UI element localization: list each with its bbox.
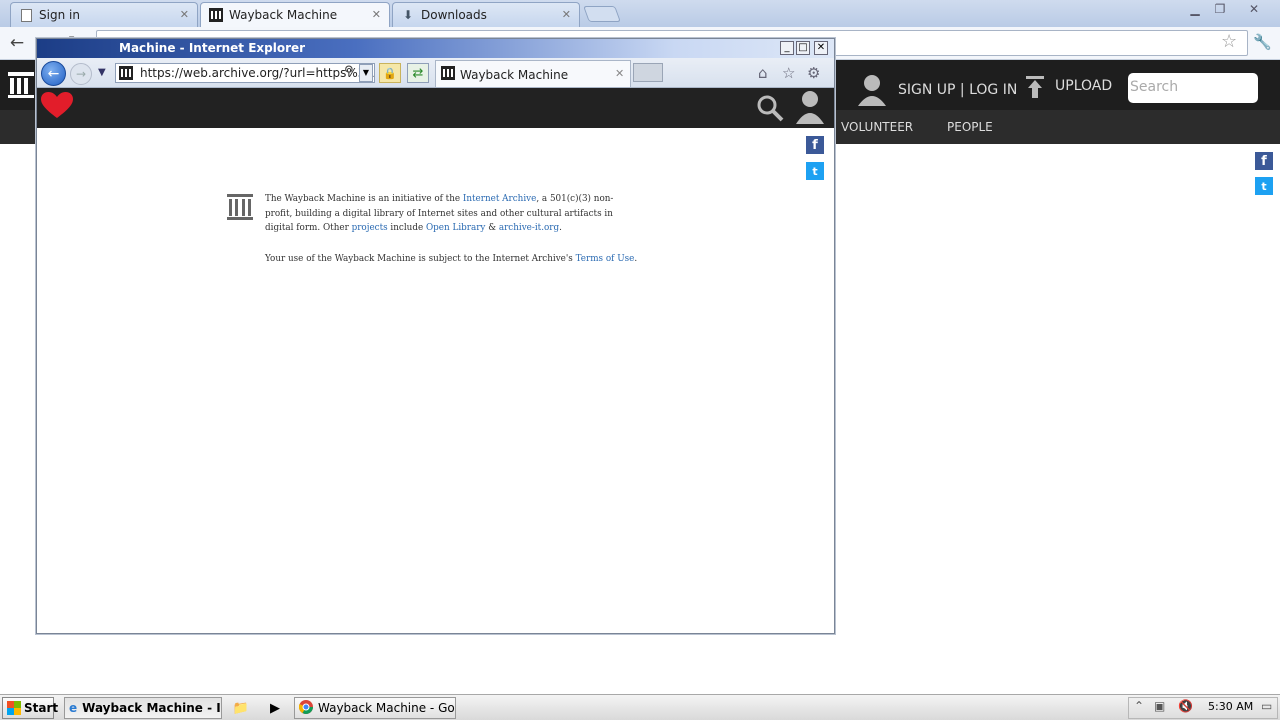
wayback-about-text: The Wayback Machine is an initiative of … [265, 192, 635, 236]
wrench-icon[interactable]: 🔧 [1253, 33, 1272, 51]
donate-heart-icon[interactable] [41, 92, 73, 123]
close-icon[interactable]: ✕ [180, 8, 189, 21]
start-button[interactable]: Start [2, 697, 58, 719]
twitter-icon[interactable]: t [806, 162, 824, 180]
forward-icon[interactable]: → [70, 63, 92, 85]
close-icon[interactable]: ✕ [814, 41, 828, 55]
upload-link[interactable]: UPLOAD [1055, 78, 1112, 94]
twitter-icon[interactable]: t [1255, 177, 1273, 195]
wayback-header-bar [37, 88, 834, 128]
volume-icon[interactable]: 🔇 [1178, 699, 1193, 713]
page-icon [19, 8, 33, 22]
archive-icon [209, 8, 223, 22]
close-window-icon[interactable]: ✕ [1243, 2, 1265, 16]
settings-icon[interactable]: ⚙ [807, 64, 820, 82]
taskbar: Start e Wayback Machine - I... 📁 ▶ Wayba… [0, 694, 1280, 720]
archive-logo-icon [227, 192, 253, 225]
lock-icon[interactable]: 🔒 [379, 63, 401, 83]
restore-icon[interactable]: ❐ [1209, 2, 1231, 16]
about-text-5: . [559, 223, 562, 233]
chrome-tab-downloads[interactable]: ⬇ Downloads ✕ [392, 2, 580, 27]
media-player-icon[interactable]: ▶ [266, 699, 284, 717]
chrome-tab-label: Downloads [421, 8, 487, 22]
terms-text-end: . [634, 254, 638, 264]
system-tray [1128, 697, 1278, 719]
ie-tab-wayback[interactable]: Wayback Machine [435, 60, 631, 87]
minimize-icon[interactable]: ▁ [1184, 2, 1206, 16]
home-icon[interactable]: ⌂ [758, 64, 768, 82]
back-icon[interactable]: ← [41, 61, 66, 86]
ie-window-title: Machine - Internet Explorer [119, 41, 306, 55]
ie-address-bar[interactable]: https://web.archive.org/?url=https%3A% [115, 63, 375, 83]
about-text-4: & [485, 223, 499, 233]
about-text-1: The Wayback Machine is an initiative of … [265, 194, 463, 204]
chrome-tab-wayback[interactable]: Wayback Machine ✕ [200, 2, 390, 27]
chrome-tab-label: Wayback Machine [229, 8, 338, 22]
nav-people[interactable]: PEOPLE [947, 120, 993, 134]
projects-link[interactable]: projects [352, 223, 388, 233]
wayback-terms-text: Your use of the Wayback Machine is subje… [265, 254, 655, 264]
history-dropdown-icon[interactable]: ▼ [98, 67, 106, 78]
search-input[interactable]: Search [1128, 73, 1258, 103]
terms-of-use-link[interactable]: Terms of Use [576, 254, 635, 264]
user-icon[interactable] [858, 74, 886, 109]
address-dropdown-icon[interactable]: ▼ [359, 64, 373, 82]
terms-text: Your use of the Wayback Machine is subje… [265, 254, 576, 264]
user-icon[interactable] [796, 90, 824, 127]
ie-window: Machine - Internet Explorer _ □ ✕ ← → ▼ … [36, 38, 835, 634]
network-icon[interactable]: ▣ [1154, 699, 1165, 713]
search-icon[interactable]: ⚲ [344, 64, 354, 79]
clock[interactable]: 5:30 AM [1208, 700, 1253, 713]
new-tab-button[interactable] [633, 63, 663, 82]
refresh-icon[interactable]: ⇄ [407, 63, 429, 83]
taskbar-item-label: Wayback Machine - I... [82, 701, 222, 715]
close-icon[interactable]: ✕ [562, 8, 571, 21]
star-icon[interactable]: ☆ [1221, 31, 1237, 52]
show-desktop-icon[interactable]: ▭ [1261, 699, 1272, 713]
explorer-icon[interactable]: 📁 [232, 699, 250, 717]
facebook-icon[interactable]: f [806, 136, 824, 154]
archive-icon [119, 66, 133, 83]
windows-logo-icon [7, 701, 21, 715]
chrome-tab-label: Sign in [39, 8, 80, 22]
ie-command-bar: ← → ▼ https://web.archive.org/?url=https… [37, 58, 834, 88]
taskbar-item-chrome[interactable]: Wayback Machine - Goo... [294, 697, 456, 719]
upload-icon[interactable] [1026, 76, 1044, 101]
chrome-tab-sign-in[interactable]: Sign in ✕ [10, 2, 198, 27]
archive-icon [441, 66, 455, 83]
nav-volunteer[interactable]: VOLUNTEER [841, 120, 913, 134]
internet-archive-link[interactable]: Internet Archive [463, 194, 536, 204]
search-icon[interactable] [756, 94, 784, 125]
chrome-icon [298, 699, 313, 717]
minimize-icon[interactable]: _ [780, 41, 794, 55]
archive-logo-icon[interactable] [8, 70, 34, 103]
tray-expand-icon[interactable]: ⌃ [1134, 699, 1144, 713]
favorites-icon[interactable]: ☆ [782, 64, 795, 82]
new-tab-button[interactable] [583, 6, 621, 22]
facebook-icon[interactable]: f [1255, 152, 1273, 170]
signup-login-link[interactable]: SIGN UP | LOG IN [898, 82, 1017, 98]
close-icon[interactable]: ✕ [372, 8, 381, 21]
ie-page-content: f t The Wayback Machine is an initiative… [37, 88, 834, 633]
ie-titlebar[interactable]: Machine - Internet Explorer _ □ ✕ [37, 39, 834, 58]
taskbar-item-ie[interactable]: e Wayback Machine - I... [64, 697, 222, 719]
close-icon[interactable]: ✕ [615, 67, 624, 80]
ie-icon: e [69, 701, 78, 715]
open-library-link[interactable]: Open Library [426, 223, 485, 233]
taskbar-item-label: Wayback Machine - Goo... [318, 701, 455, 715]
maximize-icon[interactable]: □ [796, 41, 810, 55]
start-label: Start [24, 701, 59, 715]
archive-it-link[interactable]: archive-it.org [499, 223, 559, 233]
back-icon[interactable]: ← [6, 32, 28, 54]
chrome-tabstrip: Sign in ✕ Wayback Machine ✕ ⬇ Downloads … [0, 0, 1280, 27]
about-text-3: include [387, 223, 426, 233]
download-icon: ⬇ [402, 8, 414, 22]
